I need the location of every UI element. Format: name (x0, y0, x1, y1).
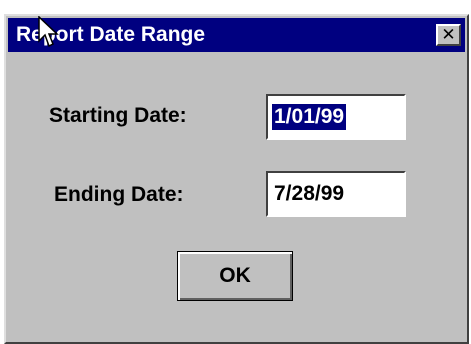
starting-date-input[interactable]: 1/01/99 (266, 94, 406, 140)
ending-date-label: Ending Date: (54, 183, 184, 206)
report-date-range-dialog: Report Date Range ✕ Starting Date: 1/01/… (4, 14, 469, 344)
starting-date-value: 1/01/99 (272, 104, 347, 130)
ending-date-value: 7/28/99 (274, 182, 345, 205)
ending-date-input[interactable]: 7/28/99 (266, 171, 406, 217)
ok-button[interactable]: OK (177, 251, 293, 301)
title-bar[interactable]: Report Date Range ✕ (8, 18, 465, 52)
close-button[interactable]: ✕ (436, 24, 461, 46)
starting-date-label: Starting Date: (49, 104, 187, 127)
mouse-pointer-icon (38, 16, 59, 48)
close-icon: ✕ (441, 25, 456, 45)
